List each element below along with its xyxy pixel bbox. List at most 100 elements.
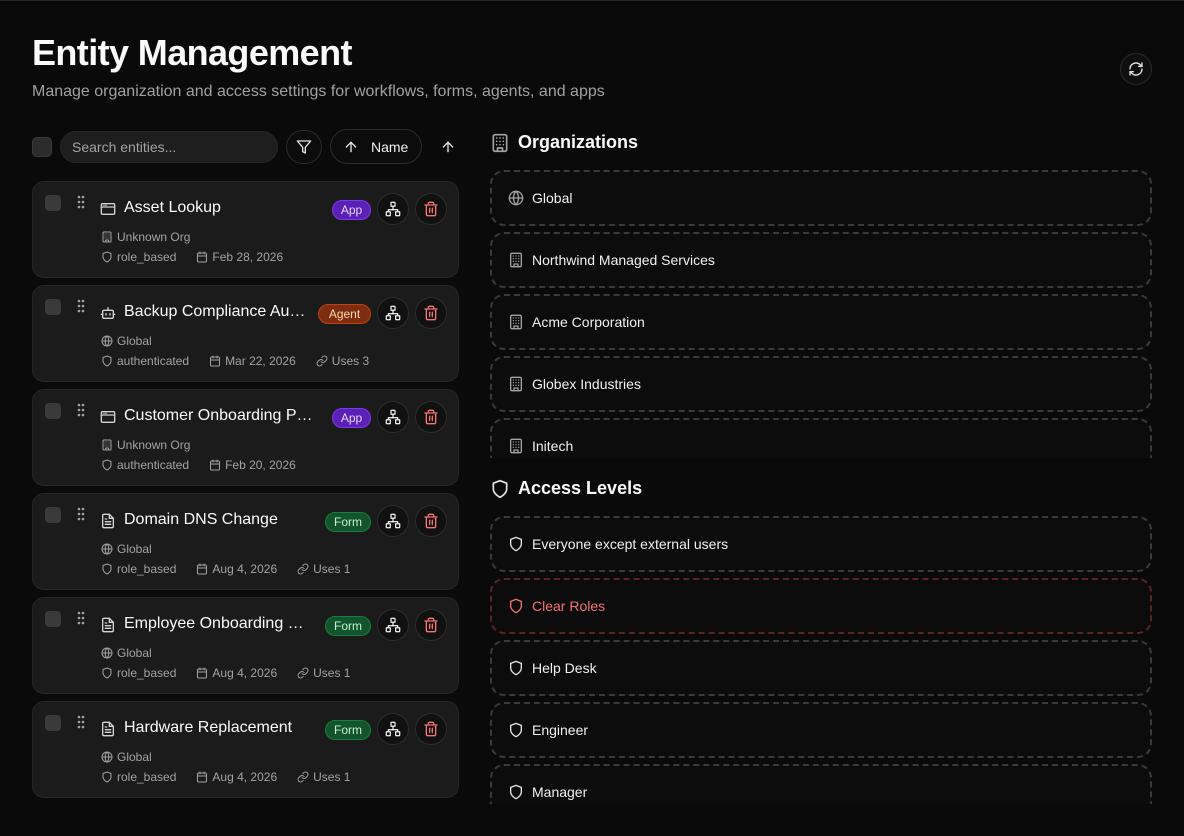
entity-date: Aug 4, 2026 (212, 562, 278, 576)
entity-meta: authenticated Mar 22, 2026 Uses 3 (101, 354, 369, 368)
entity-name: Domain DNS Change (124, 511, 278, 528)
entity-checkbox[interactable] (45, 507, 61, 523)
calendar-icon (196, 667, 208, 679)
entity-date: Feb 28, 2026 (212, 250, 284, 264)
clear-roles-dropzone[interactable]: Clear Roles (490, 578, 1152, 634)
assign-organization-button[interactable] (377, 609, 409, 641)
calendar-icon (196, 563, 208, 575)
assign-organization-button[interactable] (377, 505, 409, 537)
organization-dropzone[interactable]: Acme Corporation (490, 294, 1152, 350)
entity-card[interactable]: Backup Compliance Au… Agent Global authenti… (32, 285, 459, 382)
arrow-up-icon (440, 139, 456, 155)
access-level-label: Help Desk (532, 660, 597, 676)
entity-meta: role_based Aug 4, 2026 Uses 1 (101, 666, 350, 680)
delete-button[interactable] (415, 505, 447, 537)
shield-icon (508, 722, 524, 738)
access-level-label: Engineer (532, 722, 589, 738)
organizations-heading: Organizations (490, 132, 638, 153)
organization-label: Initech (532, 438, 574, 454)
delete-button[interactable] (415, 297, 447, 329)
organization-dropzone[interactable]: Globex Industries (490, 356, 1152, 412)
entity-meta: role_based Feb 28, 2026 (101, 250, 283, 264)
entity-uses: Uses 3 (331, 354, 370, 368)
entity-checkbox[interactable] (45, 195, 61, 211)
sort-field-label: Name (371, 138, 409, 155)
drag-handle-icon[interactable] (76, 506, 86, 522)
organizations-list: Global Northwind Managed Services Acme Cor… (486, 166, 1158, 458)
trash-icon (423, 617, 439, 633)
search-input[interactable] (72, 139, 272, 155)
entity-card[interactable]: Employee Onboarding R… Form Global role_bas… (32, 597, 459, 694)
access-level-dropzone[interactable]: Everyone except external users (490, 516, 1152, 572)
drag-handle-icon[interactable] (76, 194, 86, 210)
shield-icon (101, 251, 113, 263)
page-title: Entity Management (32, 32, 352, 73)
delete-button[interactable] (415, 609, 447, 641)
shield-icon (101, 459, 113, 471)
entity-organization: Global (101, 750, 152, 764)
access-level-dropzone[interactable]: Engineer (490, 702, 1152, 758)
entity-organization: Global (101, 542, 152, 556)
entity-name: Customer Onboarding Po… (124, 407, 320, 424)
network-icon (385, 617, 401, 633)
entity-card[interactable]: Hardware Replacement Form Global role_based… (32, 701, 459, 798)
app-window-icon (100, 201, 116, 217)
entity-checkbox[interactable] (45, 611, 61, 627)
delete-button[interactable] (415, 713, 447, 745)
entity-checkbox[interactable] (45, 299, 61, 315)
file-text-icon (100, 513, 116, 529)
select-all-checkbox[interactable] (32, 137, 52, 157)
entity-card[interactable]: Asset Lookup App Unknown Org role_based Feb … (32, 181, 459, 278)
search-field[interactable] (60, 131, 278, 163)
building-icon (101, 231, 113, 243)
organization-dropzone[interactable]: Northwind Managed Services (490, 232, 1152, 288)
entity-card[interactable]: Customer Onboarding Po… App Unknown Org aut… (32, 389, 459, 486)
sort-direction-button[interactable] (432, 131, 464, 163)
drag-handle-icon[interactable] (76, 714, 86, 730)
access-level-label: Everyone except external users (532, 536, 729, 552)
assign-organization-button[interactable] (377, 297, 409, 329)
entity-date: Mar 22, 2026 (225, 354, 296, 368)
shield-icon (490, 479, 510, 499)
assign-organization-button[interactable] (377, 713, 409, 745)
assign-organization-button[interactable] (377, 193, 409, 225)
entity-organization: Unknown Org (101, 438, 190, 452)
entity-type-badge: App (332, 408, 371, 428)
globe-icon (101, 335, 113, 347)
entity-organization: Global (101, 334, 152, 348)
delete-button[interactable] (415, 401, 447, 433)
access-level-dropzone[interactable]: Help Desk (490, 640, 1152, 696)
drag-handle-icon[interactable] (76, 402, 86, 418)
top-divider (0, 0, 1184, 1)
entity-access: role_based (117, 666, 177, 680)
entity-uses: Uses 1 (313, 770, 351, 784)
entity-card[interactable]: Domain DNS Change Form Global role_based Aug… (32, 493, 459, 590)
entity-checkbox[interactable] (45, 403, 61, 419)
network-icon (385, 201, 401, 217)
sort-field-button[interactable]: Name (330, 129, 422, 164)
access-level-dropzone[interactable]: Manager (490, 764, 1152, 804)
calendar-icon (209, 459, 221, 471)
organization-label: Globex Industries (532, 376, 641, 392)
network-icon (385, 409, 401, 425)
organization-dropzone[interactable]: Initech (490, 418, 1152, 458)
trash-icon (423, 721, 439, 737)
entity-name: Backup Compliance Au… (124, 303, 306, 320)
entity-meta: role_based Aug 4, 2026 Uses 1 (101, 770, 350, 784)
entity-checkbox[interactable] (45, 715, 61, 731)
file-text-icon (100, 721, 116, 737)
refresh-button[interactable] (1120, 53, 1152, 85)
filter-button[interactable] (286, 130, 322, 164)
drag-handle-icon[interactable] (76, 610, 86, 626)
building-icon (508, 252, 524, 268)
app-window-icon (100, 409, 116, 425)
delete-button[interactable] (415, 193, 447, 225)
building-icon (508, 438, 524, 454)
organization-dropzone[interactable]: Global (490, 170, 1152, 226)
assign-organization-button[interactable] (377, 401, 409, 433)
organization-label: Northwind Managed Services (532, 252, 715, 268)
drag-handle-icon[interactable] (76, 298, 86, 314)
building-icon (508, 314, 524, 330)
building-icon (490, 133, 510, 153)
entity-meta: authenticated Feb 20, 2026 (101, 458, 296, 472)
